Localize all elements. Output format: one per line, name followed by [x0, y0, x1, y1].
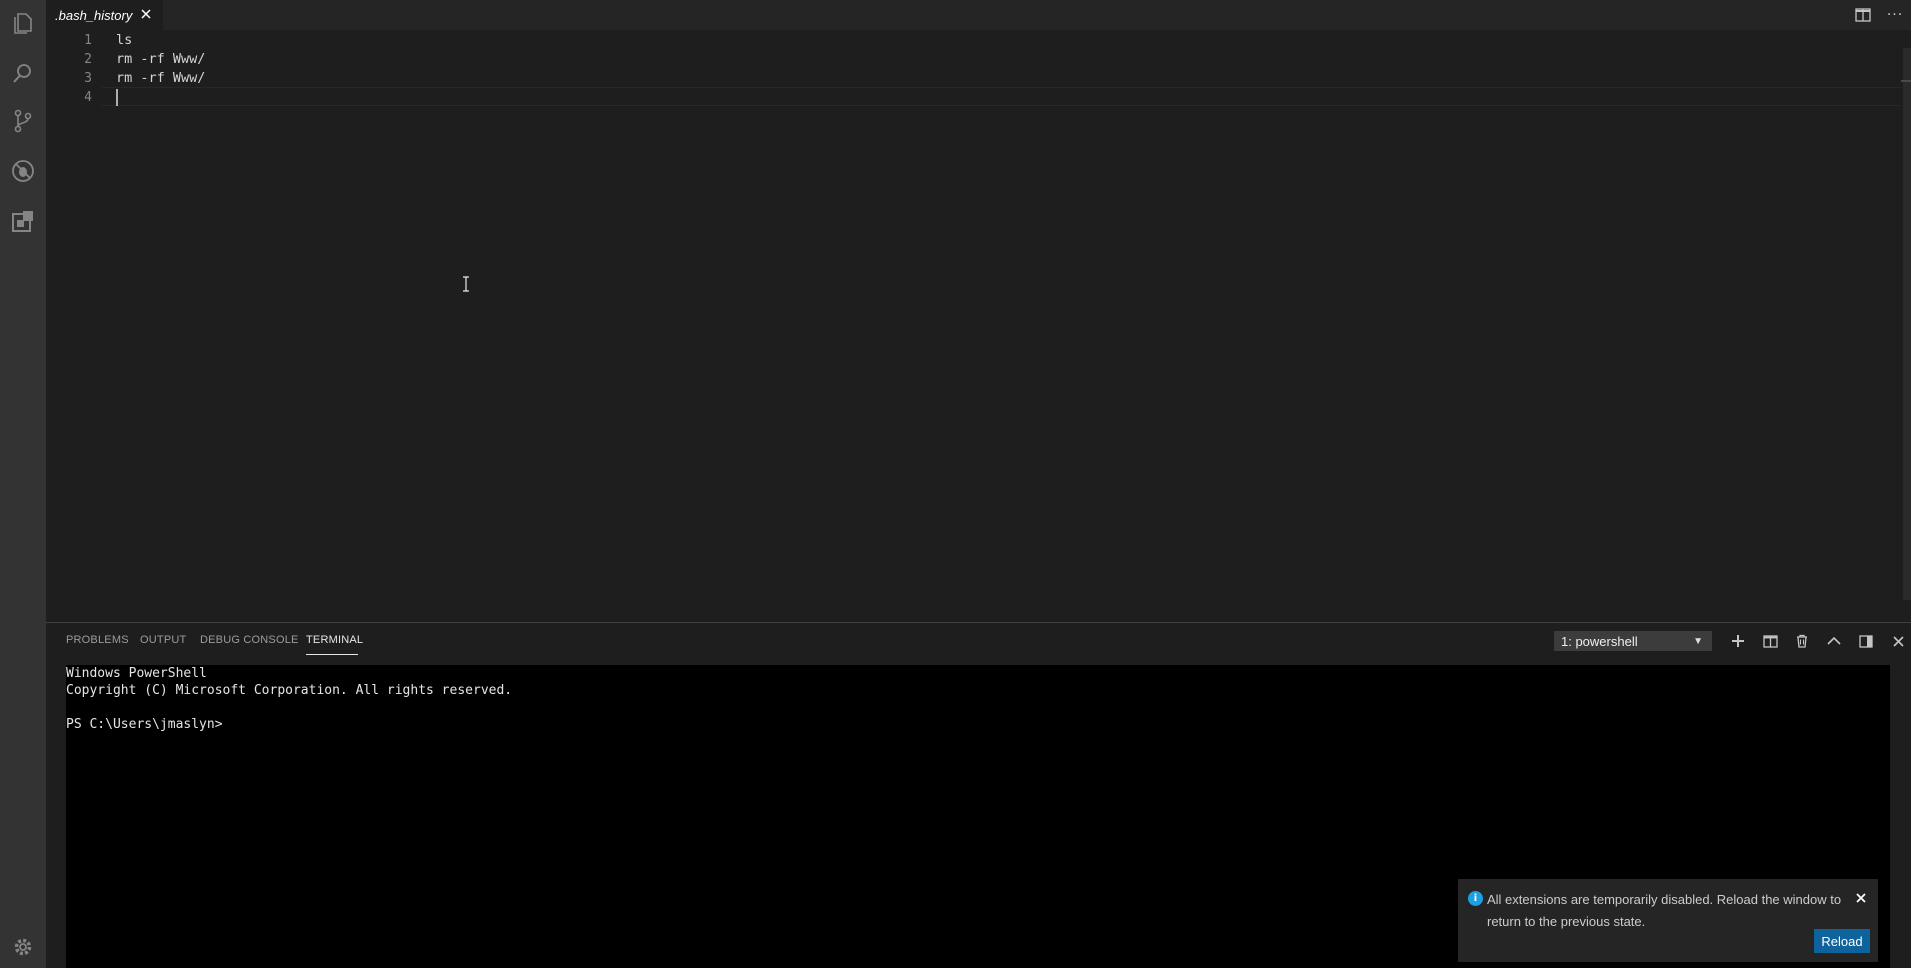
tab-terminal[interactable]: TERMINAL — [306, 634, 363, 646]
line-number-gutter: 1 2 3 4 — [46, 30, 102, 622]
mouse-ibeam-icon — [463, 276, 469, 292]
tab-problems[interactable]: PROBLEMS — [66, 634, 129, 646]
tab-bash-history[interactable]: .bash_history — [46, 0, 163, 30]
close-icon[interactable] — [1854, 891, 1868, 905]
terminal-select[interactable]: 1: powershell ▼ — [1554, 631, 1712, 651]
debug-icon[interactable] — [0, 148, 46, 194]
reload-button[interactable]: Reload — [1814, 929, 1870, 953]
kill-terminal-icon[interactable] — [1790, 629, 1814, 653]
notification-toast: i All extensions are temporarily disable… — [1458, 879, 1878, 962]
close-icon[interactable] — [139, 7, 153, 21]
editor-area[interactable]: 1 2 3 4 ls rm -rf Www/ rm -rf Www/ — [46, 30, 1911, 622]
close-panel-icon[interactable] — [1886, 629, 1910, 653]
extensions-icon[interactable] — [0, 198, 46, 244]
code-line[interactable]: rm -rf Www/ — [116, 69, 205, 88]
tab-title: .bash_history — [55, 7, 133, 23]
split-terminal-icon[interactable] — [1758, 629, 1782, 653]
line-number: 3 — [84, 71, 92, 86]
editor-scrollbar[interactable] — [1903, 48, 1911, 600]
editor-tab-bar: .bash_history ··· — [46, 0, 1911, 30]
notification-message: All extensions are temporarily disabled.… — [1487, 892, 1842, 929]
line-number: 2 — [84, 52, 92, 67]
code-line[interactable]: rm -rf Www/ — [116, 50, 205, 69]
more-actions-icon[interactable]: ··· — [1879, 0, 1911, 30]
tab-output[interactable]: OUTPUT — [140, 634, 186, 646]
gear-icon[interactable] — [0, 924, 46, 968]
code-line[interactable]: ls — [116, 31, 132, 50]
new-terminal-icon[interactable] — [1726, 629, 1750, 653]
source-control-icon[interactable] — [0, 98, 46, 144]
current-line-highlight — [102, 87, 1901, 106]
explorer-icon[interactable] — [0, 0, 46, 46]
terminal-select-value: 1: powershell — [1561, 633, 1638, 649]
text-cursor — [116, 89, 118, 106]
toggle-panel-position-icon[interactable] — [1854, 629, 1878, 653]
editor-actions: ··· — [1847, 0, 1911, 30]
search-icon[interactable] — [0, 50, 46, 96]
activity-bar — [0, 0, 46, 968]
panel-tabs: PROBLEMS OUTPUT DEBUG CONSOLE TERMINAL 1… — [46, 623, 1911, 659]
terminal-line: Copyright (C) Microsoft Corporation. All… — [66, 683, 513, 698]
maximize-panel-icon[interactable] — [1822, 629, 1846, 653]
line-number: 1 — [84, 33, 92, 48]
overview-ruler-marker — [1901, 80, 1911, 82]
line-number: 4 — [84, 90, 92, 105]
more-actions-glyph: ··· — [1886, 7, 1904, 23]
info-icon: i — [1468, 891, 1483, 906]
active-tab-indicator — [306, 654, 358, 655]
terminal-line: Windows PowerShell — [66, 666, 207, 681]
terminal-prompt: PS C:\Users\jmaslyn> — [66, 717, 223, 732]
split-editor-icon[interactable] — [1847, 0, 1879, 30]
tab-debug-console[interactable]: DEBUG CONSOLE — [200, 634, 299, 646]
chevron-down-icon: ▼ — [1693, 636, 1703, 647]
